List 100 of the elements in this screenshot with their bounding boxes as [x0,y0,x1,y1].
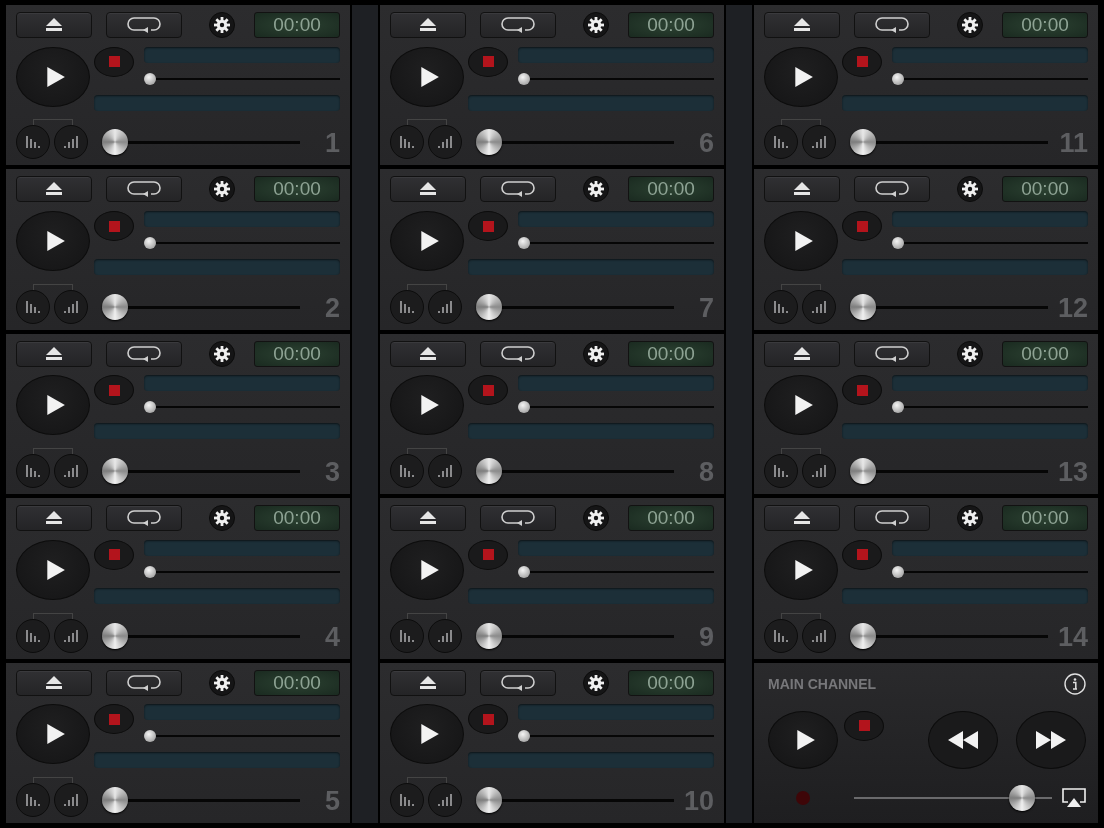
position-slider[interactable] [892,401,1088,414]
settings-button[interactable] [209,176,235,203]
stop-button[interactable] [844,710,884,741]
volume-slider[interactable] [102,129,300,156]
eject-button[interactable] [764,505,840,532]
bars-button[interactable] [16,125,50,160]
eject-button[interactable] [764,176,840,203]
bars-button[interactable] [390,125,424,160]
bars-button[interactable] [16,618,50,653]
settings-button[interactable] [957,176,983,203]
bars-button[interactable] [16,289,50,324]
eject-button[interactable] [390,505,466,532]
bars-button[interactable] [390,454,424,489]
bars-button[interactable] [802,454,836,489]
bars-button[interactable] [16,782,50,817]
volume-slider[interactable] [850,293,1048,320]
bars-button[interactable] [428,125,462,160]
settings-button[interactable] [209,12,235,38]
eject-button[interactable] [390,176,466,203]
slider-thumb[interactable] [102,293,128,320]
stop-button[interactable] [468,211,508,242]
volume-slider[interactable] [476,293,674,320]
settings-button[interactable] [583,12,609,38]
loop-button[interactable] [480,669,556,696]
slider-thumb[interactable] [102,458,128,485]
settings-button[interactable] [209,340,235,367]
settings-button[interactable] [957,12,983,38]
volume-slider[interactable] [476,786,674,813]
bars-button[interactable] [764,454,798,489]
settings-button[interactable] [957,340,983,367]
slider-thumb[interactable] [892,72,904,85]
position-slider[interactable] [144,730,340,743]
position-slider[interactable] [144,565,340,578]
settings-button[interactable] [957,505,983,532]
position-slider[interactable] [144,401,340,414]
position-slider[interactable] [518,401,714,414]
position-slider[interactable] [892,565,1088,578]
settings-button[interactable] [209,505,235,532]
slider-thumb[interactable] [144,730,156,743]
stop-button[interactable] [842,211,882,242]
slider-thumb[interactable] [518,237,530,250]
slider-thumb[interactable] [518,730,530,743]
slider-thumb[interactable] [476,458,502,485]
slider-thumb[interactable] [144,401,156,414]
slider-thumb[interactable] [850,293,876,320]
position-slider[interactable] [144,72,340,85]
eject-button[interactable] [16,176,92,203]
volume-slider[interactable] [102,786,300,813]
eject-button[interactable] [390,12,466,38]
stop-button[interactable] [468,704,508,735]
stop-button[interactable] [468,46,508,77]
slider-thumb[interactable] [476,293,502,320]
slider-thumb[interactable] [1008,784,1035,811]
stop-button[interactable] [94,539,134,570]
bars-button[interactable] [54,618,88,653]
slider-thumb[interactable] [518,72,530,85]
volume-slider[interactable] [476,129,674,156]
bars-button[interactable] [54,289,88,324]
stop-button[interactable] [468,375,508,406]
position-slider[interactable] [892,237,1088,250]
eject-button[interactable] [764,340,840,367]
eject-button[interactable] [390,340,466,367]
eject-button[interactable] [764,12,840,38]
slider-thumb[interactable] [102,129,128,156]
slider-thumb[interactable] [850,458,876,485]
slider-thumb[interactable] [850,622,876,649]
bars-button[interactable] [390,289,424,324]
bars-button[interactable] [802,125,836,160]
volume-slider[interactable] [476,622,674,649]
slider-thumb[interactable] [476,129,502,156]
eject-button[interactable] [16,340,92,367]
bars-button[interactable] [54,125,88,160]
position-slider[interactable] [518,565,714,578]
stop-button[interactable] [94,46,134,77]
volume-slider[interactable] [850,129,1048,156]
stop-button[interactable] [842,375,882,406]
bars-button[interactable] [428,454,462,489]
volume-slider[interactable] [476,458,674,485]
slider-thumb[interactable] [518,565,530,578]
bars-button[interactable] [428,289,462,324]
loop-button[interactable] [480,12,556,38]
position-slider[interactable] [892,72,1088,85]
bars-button[interactable] [802,289,836,324]
slider-thumb[interactable] [892,401,904,414]
bars-button[interactable] [764,618,798,653]
slider-thumb[interactable] [102,622,128,649]
loop-button[interactable] [106,176,182,203]
volume-slider[interactable] [102,458,300,485]
volume-slider[interactable] [102,293,300,320]
eject-button[interactable] [16,12,92,38]
volume-slider[interactable] [850,622,1048,649]
slider-thumb[interactable] [850,129,876,156]
loop-button[interactable] [854,505,930,532]
position-slider[interactable] [518,237,714,250]
info-icon[interactable] [1064,672,1086,695]
eject-button[interactable] [16,669,92,696]
eject-button[interactable] [16,505,92,532]
stop-button[interactable] [842,539,882,570]
stop-button[interactable] [94,211,134,242]
stop-button[interactable] [94,375,134,406]
